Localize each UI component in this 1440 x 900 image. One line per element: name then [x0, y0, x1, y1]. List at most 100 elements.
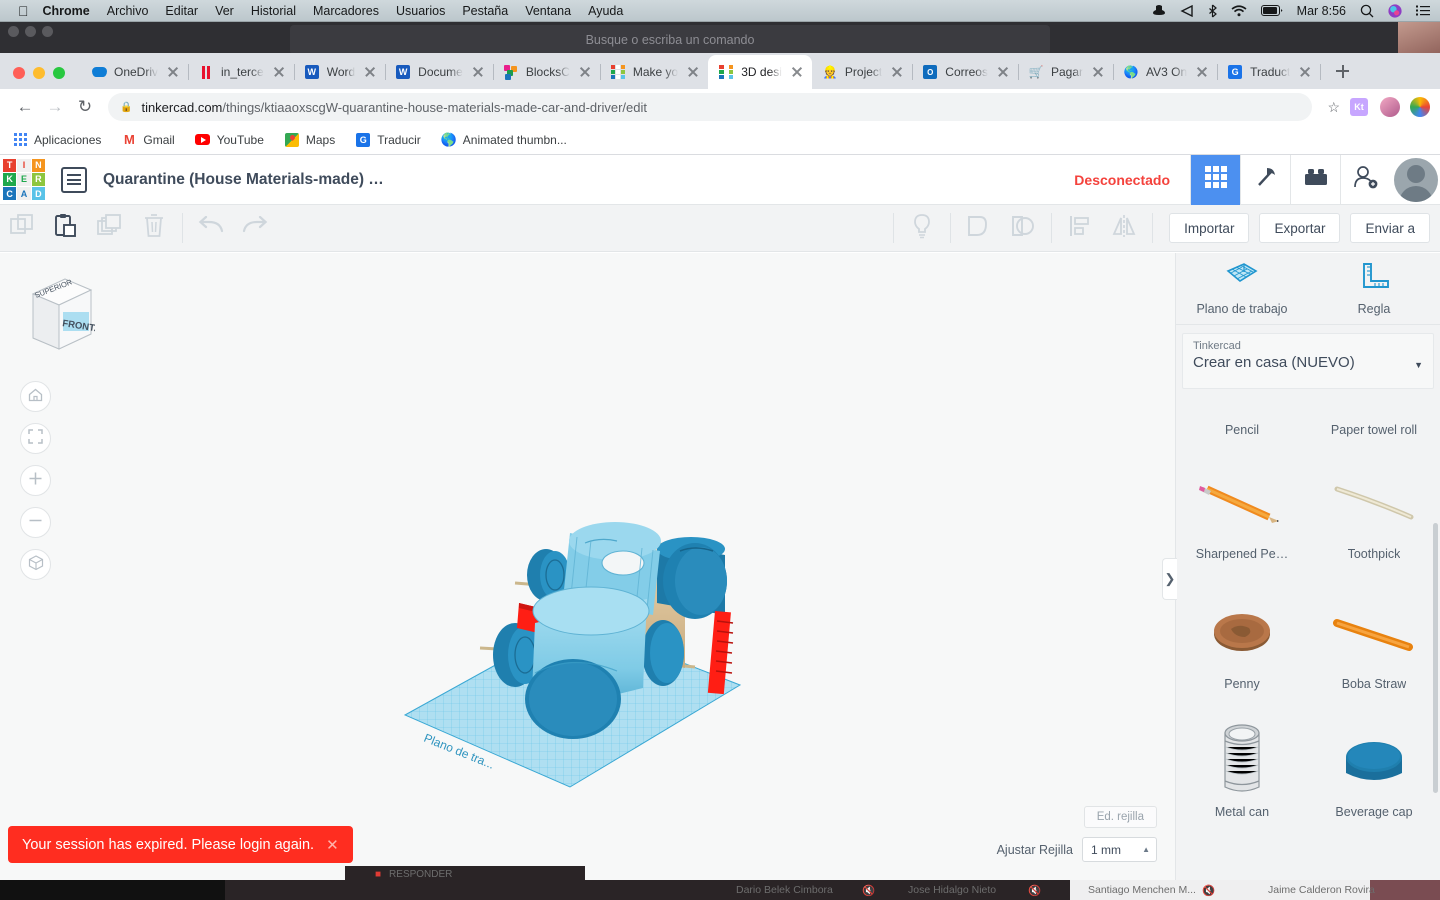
list-item-penny[interactable]: Penny: [1176, 585, 1308, 691]
close-icon[interactable]: [1296, 63, 1314, 81]
undo-button[interactable]: [189, 205, 233, 251]
tools-button[interactable]: [1240, 154, 1290, 205]
star-icon[interactable]: ☆: [1327, 99, 1340, 116]
battery-icon[interactable]: [1260, 5, 1283, 16]
close-icon[interactable]: ✕: [326, 836, 339, 854]
menu-item-pestana[interactable]: Pestaña: [462, 4, 508, 18]
light-bulb-button[interactable]: [900, 205, 944, 251]
search-icon[interactable]: [1360, 4, 1374, 18]
library-selector[interactable]: Tinkercad Crear en casa (NUEVO) ▼: [1182, 333, 1434, 389]
browser-tab-correos[interactable]: O Correos: [912, 55, 1019, 89]
list-item-metal-can[interactable]: Metal can: [1176, 713, 1308, 819]
design-canvas[interactable]: SUPERIOR FRONTAL Plano de tra... Ed. rej…: [0, 253, 1175, 880]
avatar[interactable]: [1394, 157, 1438, 202]
browser-tab-3d-design[interactable]: 3D desi: [708, 55, 812, 89]
extension-icon[interactable]: [1410, 97, 1430, 117]
list-item-beverage-cap[interactable]: Beverage cap: [1308, 713, 1440, 819]
grid-edit-button[interactable]: Ed. rejilla: [1083, 806, 1157, 828]
forward-icon[interactable]: →: [40, 92, 70, 122]
browser-tab-make-your-own[interactable]: Make yo: [600, 55, 710, 89]
zoom-in-button[interactable]: [20, 465, 51, 496]
list-item-boba-straw[interactable]: Boba Straw: [1308, 585, 1440, 691]
menu-item-marcadores[interactable]: Marcadores: [313, 4, 379, 18]
menu-item-historial[interactable]: Historial: [251, 4, 296, 18]
new-tab-button[interactable]: [1328, 57, 1356, 85]
close-icon[interactable]: [469, 63, 487, 81]
browser-tab-onedrive[interactable]: OneDriv: [81, 55, 190, 89]
close-icon[interactable]: [164, 63, 182, 81]
menu-item-editar[interactable]: Editar: [165, 4, 198, 18]
align-button[interactable]: [1058, 205, 1102, 251]
invite-user-button[interactable]: [1340, 154, 1390, 205]
bluetooth-icon[interactable]: [1208, 4, 1217, 18]
home-view-button[interactable]: [20, 381, 51, 412]
siri-icon[interactable]: [1388, 3, 1402, 18]
shape-caption-paper-towel-roll[interactable]: Paper towel roll: [1308, 423, 1440, 437]
hat-icon[interactable]: [1152, 5, 1166, 16]
list-item-sharpened-pencil[interactable]: Sharpened Pe…: [1176, 455, 1308, 561]
close-icon[interactable]: [1089, 63, 1107, 81]
send-to-button[interactable]: Enviar a: [1350, 213, 1430, 243]
address-bar[interactable]: 🔒 tinkercad.com /things/ktiaaoxscgW-quar…: [108, 93, 1340, 121]
close-icon[interactable]: [270, 63, 288, 81]
bookmark-maps[interactable]: Maps: [284, 132, 335, 148]
model-3d-car[interactable]: Plano de tra...: [395, 503, 775, 793]
control-center-icon[interactable]: [1416, 5, 1430, 16]
snap-grid-select[interactable]: 1 mm ▲: [1082, 837, 1157, 862]
window-traffic-lights[interactable]: [0, 67, 81, 89]
zoom-out-button[interactable]: [20, 507, 51, 538]
blocks-view-button[interactable]: [1190, 154, 1240, 205]
bookmark-youtube[interactable]: YouTube: [195, 132, 264, 148]
orthographic-toggle-button[interactable]: [20, 549, 51, 580]
menu-item-archivo[interactable]: Archivo: [107, 4, 149, 18]
tinkercad-logo-icon[interactable]: T I N K E R C A D: [3, 158, 45, 201]
ruler-tool[interactable]: Regla: [1308, 253, 1440, 324]
browser-tab-in-terce[interactable]: in_terce: [188, 55, 295, 89]
close-icon[interactable]: [994, 63, 1012, 81]
redo-button[interactable]: [233, 205, 277, 251]
copy-button[interactable]: [0, 205, 44, 251]
export-button[interactable]: Exportar: [1259, 213, 1341, 243]
reload-icon[interactable]: ↻: [70, 92, 100, 122]
bookmark-aplicaciones[interactable]: Aplicaciones: [12, 132, 101, 148]
profile-avatar[interactable]: [1380, 97, 1400, 117]
view-cube[interactable]: SUPERIOR FRONTAL: [25, 276, 108, 354]
list-item-toothpick[interactable]: Toothpick: [1308, 455, 1440, 561]
workplane-tool[interactable]: Plano de trabajo: [1176, 253, 1308, 324]
browser-tab-pagar[interactable]: 🛒 Pagar: [1018, 55, 1114, 89]
fit-view-button[interactable]: [20, 423, 51, 454]
shape-grid[interactable]: Pencil Paper towel roll Sharpened Pe… To…: [1176, 423, 1440, 880]
menu-item-usuarios[interactable]: Usuarios: [396, 4, 445, 18]
duplicate-button[interactable]: [88, 205, 132, 251]
close-icon[interactable]: [888, 63, 906, 81]
panel-collapse-button[interactable]: ❯: [1162, 558, 1177, 600]
menu-item-ver[interactable]: Ver: [215, 4, 234, 18]
close-icon[interactable]: [576, 63, 594, 81]
bookmark-animated-thumbnails[interactable]: 🌎 Animated thumbn...: [441, 132, 567, 148]
mirror-button[interactable]: [1102, 205, 1146, 251]
list-menu-icon[interactable]: [61, 166, 87, 193]
menu-bar-clock[interactable]: Mar 8:56: [1297, 4, 1346, 18]
shape-caption-pencil[interactable]: Pencil: [1176, 423, 1308, 437]
delete-button[interactable]: [132, 205, 176, 251]
bookmark-traducir[interactable]: G Traducir: [355, 132, 421, 148]
close-icon[interactable]: [1193, 63, 1211, 81]
bricks-button[interactable]: [1290, 154, 1340, 205]
browser-tab-project[interactable]: 👷 Project: [812, 55, 914, 89]
back-icon[interactable]: ←: [10, 92, 40, 122]
ungroup-button[interactable]: [1001, 205, 1045, 251]
bookmark-gmail[interactable]: M Gmail: [121, 132, 175, 148]
browser-tab-word[interactable]: W Word: [294, 55, 387, 89]
close-icon[interactable]: [684, 63, 702, 81]
menu-item-chrome[interactable]: Chrome: [43, 4, 90, 18]
kt-extension-icon[interactable]: Kt: [1350, 98, 1368, 116]
close-icon[interactable]: [788, 63, 806, 81]
browser-tab-av3-online[interactable]: 🌎 AV3 On: [1113, 55, 1219, 89]
apple-icon[interactable]: : [18, 4, 29, 18]
browser-tab-blockscad[interactable]: BlocksC: [493, 55, 601, 89]
panel-scrollbar[interactable]: [1433, 523, 1438, 793]
paste-button[interactable]: [44, 205, 88, 251]
import-button[interactable]: Importar: [1169, 213, 1250, 243]
airplay-icon[interactable]: [1180, 4, 1194, 17]
group-button[interactable]: [957, 205, 1001, 251]
